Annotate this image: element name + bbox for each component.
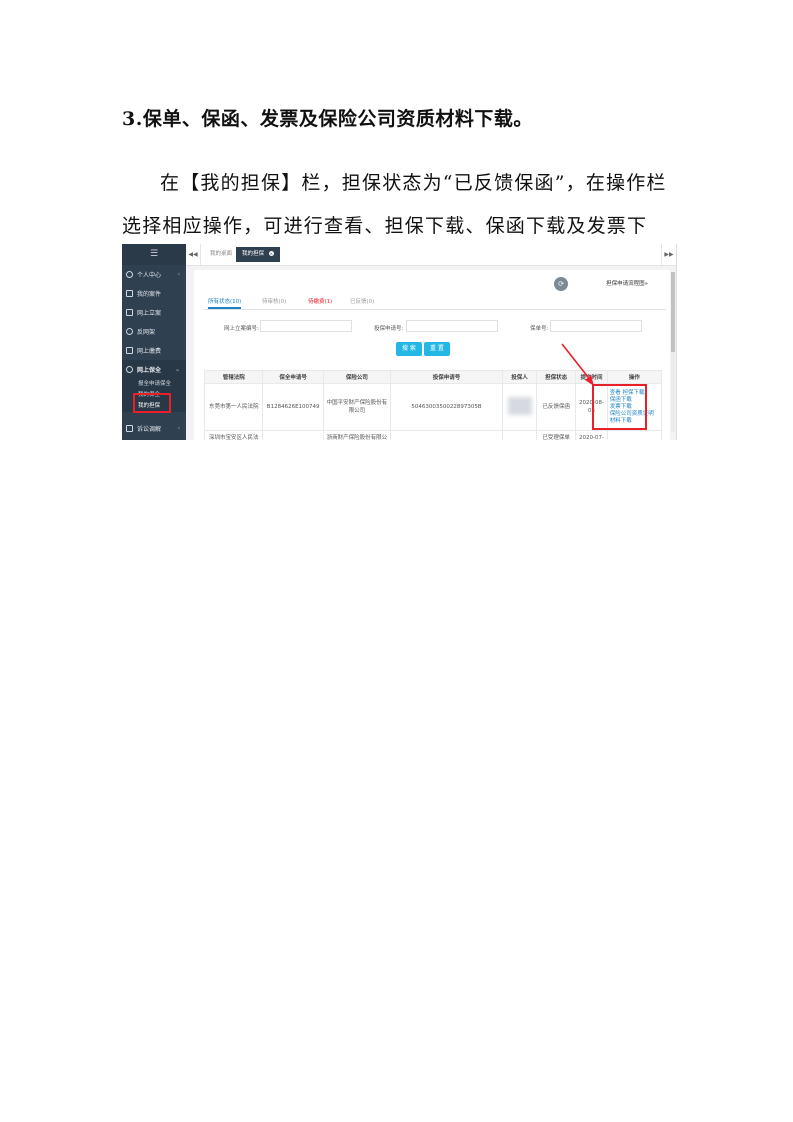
- embedded-screenshot: ☰ 个人中心 ‹ 我的案件 网上立案 反网架 网上缴费 网上保全 ⌄ 报全申请保…: [122, 244, 677, 440]
- scrollbar-thumb[interactable]: [671, 272, 675, 352]
- section-heading: 3.保单、保函、发票及保险公司资质材料下载。: [122, 108, 533, 130]
- highlight-box: [592, 384, 647, 430]
- scrollbar[interactable]: [671, 272, 675, 432]
